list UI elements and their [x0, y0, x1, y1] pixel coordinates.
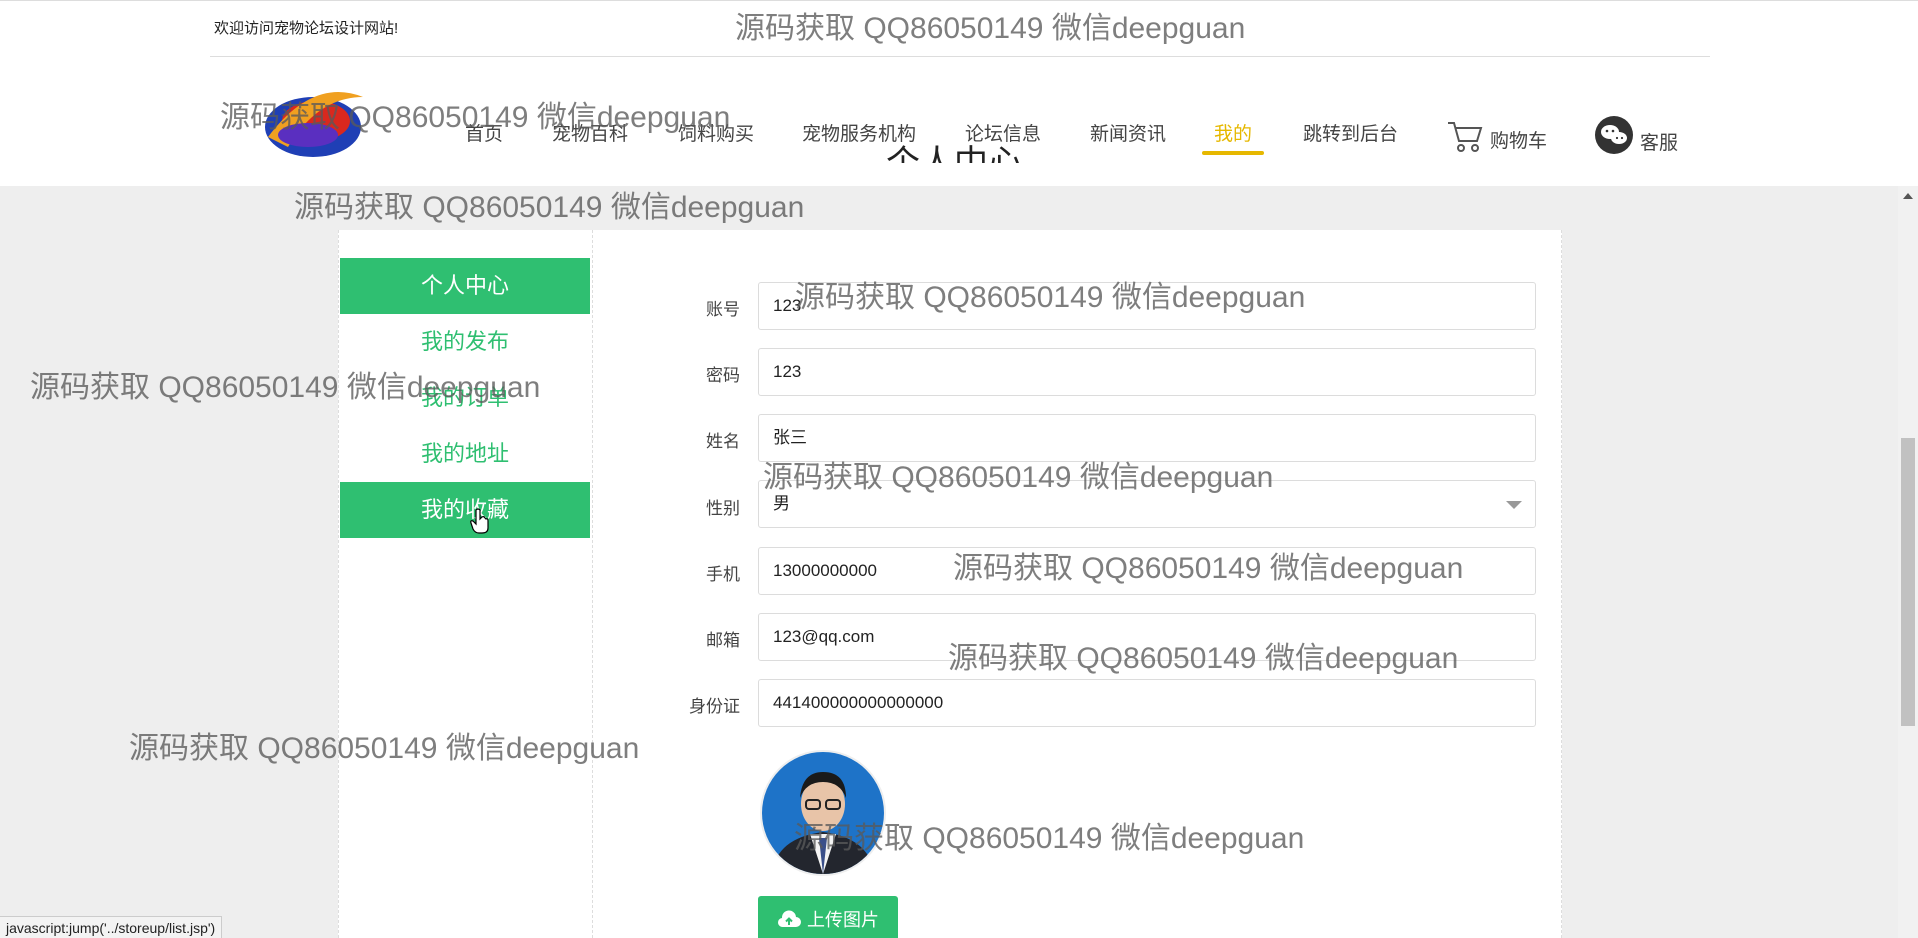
sidebar-divider: [592, 230, 593, 938]
watermark: 源码获取 QQ86050149 微信deepguan: [294, 191, 805, 224]
upload-image-button[interactable]: 上传图片: [758, 896, 898, 938]
nav-news[interactable]: 新闻资讯: [1090, 119, 1166, 146]
status-url: javascript:jump('../storeup/list.jsp'): [0, 916, 223, 938]
avatar: [760, 750, 886, 876]
account-label: 账号: [706, 300, 740, 319]
email-label: 邮箱: [706, 631, 740, 650]
hand-cursor-icon: [470, 508, 489, 534]
scroll-up-icon[interactable]: [1903, 193, 1913, 199]
password-label: 密码: [706, 366, 740, 385]
name-label: 姓名: [706, 432, 740, 451]
upload-label: 上传图片: [807, 910, 879, 930]
site-logo[interactable]: [258, 77, 368, 167]
sidebar-item-my-favorites[interactable]: 我的收藏: [340, 482, 590, 538]
nav-mine[interactable]: 我的: [1214, 119, 1252, 146]
nav-feed-purchase[interactable]: 饲料购买: [678, 119, 754, 146]
id-card-label: 身份证: [689, 697, 740, 716]
phone-label: 手机: [706, 565, 740, 584]
customer-service-link[interactable]: 客服: [1594, 111, 1678, 155]
gender-select[interactable]: 男: [758, 480, 1536, 528]
gender-label: 性别: [706, 499, 740, 518]
cart-icon: [1448, 122, 1483, 152]
name-field[interactable]: 张三: [758, 414, 1536, 462]
nav-active-indicator: [1202, 151, 1264, 155]
wechat-icon: [1595, 116, 1633, 154]
sidebar-item-my-orders[interactable]: 我的订单: [340, 370, 590, 426]
account-field[interactable]: 123: [758, 282, 1536, 330]
avatar-photo: [762, 752, 884, 874]
cart-link[interactable]: 购物车: [1446, 113, 1547, 153]
nav-admin[interactable]: 跳转到后台: [1303, 119, 1398, 146]
cloud-upload-icon: [777, 910, 801, 928]
service-label: 客服: [1640, 133, 1679, 154]
password-field[interactable]: 123: [758, 348, 1536, 396]
cart-label: 购物车: [1490, 131, 1548, 152]
sidebar-item-profile[interactable]: 个人中心: [340, 258, 590, 314]
phone-field[interactable]: 13000000000: [758, 547, 1536, 595]
sidebar-item-my-posts[interactable]: 我的发布: [340, 314, 590, 370]
header-divider: [210, 56, 1710, 57]
page-title: 个人中心: [886, 144, 1022, 163]
chevron-down-icon: [1506, 501, 1522, 509]
scrollbar-thumb[interactable]: [1901, 438, 1915, 726]
sidebar-item-my-address[interactable]: 我的地址: [340, 426, 590, 482]
welcome-text: 欢迎访问宠物论坛设计网站!: [214, 20, 399, 37]
email-field[interactable]: 123@qq.com: [758, 613, 1536, 661]
nav-pet-encyclopedia[interactable]: 宠物百科: [552, 119, 628, 146]
nav-home[interactable]: 首页: [465, 119, 503, 146]
id-card-field[interactable]: 441400000000000000: [758, 679, 1536, 727]
